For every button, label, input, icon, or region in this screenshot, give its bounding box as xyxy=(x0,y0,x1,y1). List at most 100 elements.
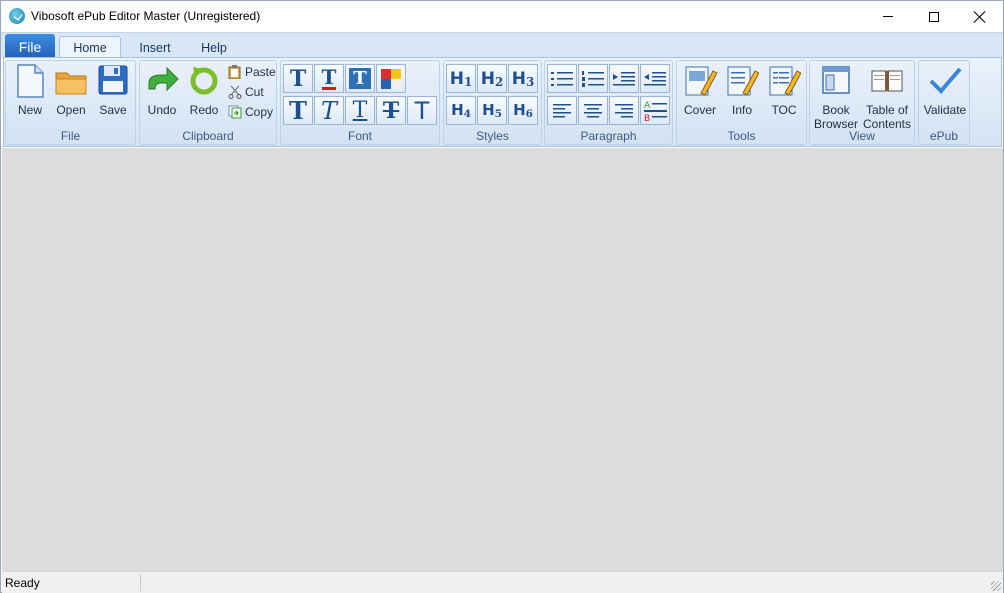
italic-t-icon: T xyxy=(320,96,337,125)
heading-3-button[interactable]: H3 xyxy=(508,64,538,93)
status-bar: Ready xyxy=(2,571,1003,593)
open-button[interactable]: Open xyxy=(53,63,89,117)
decrease-indent-button[interactable] xyxy=(640,64,670,93)
toc-view-label-line1: Table of xyxy=(865,103,909,117)
redo-circle-icon xyxy=(187,63,221,99)
svg-text:B: B xyxy=(644,114,650,123)
toc-button[interactable]: TOC xyxy=(766,63,802,117)
group-paragraph-label: Paragraph xyxy=(580,129,637,143)
window-title: Vibosoft ePub Editor Master (Unregistere… xyxy=(31,9,261,23)
floppy-disk-icon xyxy=(96,63,130,99)
color-palette-button[interactable] xyxy=(376,64,406,93)
align-center-button[interactable] xyxy=(578,96,608,125)
undo-button[interactable]: Undo xyxy=(144,63,180,117)
heading-1-button[interactable]: H1 xyxy=(446,64,476,93)
minimize-button[interactable] xyxy=(865,1,911,32)
status-text: Ready xyxy=(5,576,40,590)
h3-icon: H3 xyxy=(511,68,535,89)
paste-label: Paste xyxy=(245,65,276,79)
cover-label: Cover xyxy=(683,103,716,117)
status-divider xyxy=(140,574,141,591)
italic-button[interactable]: T xyxy=(314,96,344,125)
group-styles-label: Styles xyxy=(476,129,509,143)
numbered-list-button[interactable] xyxy=(578,64,608,93)
cover-edit-icon xyxy=(683,63,718,99)
numbered-list-icon xyxy=(582,70,604,87)
align-right-button[interactable] xyxy=(609,96,639,125)
open-book-icon xyxy=(870,63,904,99)
copy-label: Copy xyxy=(245,105,274,119)
book-browser-label: Book Browser xyxy=(814,103,858,131)
strikethrough-button[interactable]: T xyxy=(376,96,406,125)
font-color-t-icon: T xyxy=(321,65,337,90)
redo-label: Redo xyxy=(189,103,219,117)
group-font-label: Font xyxy=(347,129,372,143)
tab-insert[interactable]: Insert xyxy=(127,36,183,59)
group-clipboard-label: Clipboard xyxy=(182,129,234,143)
paragraph-spacing-icon: AB xyxy=(644,101,667,123)
tab-file[interactable]: File xyxy=(5,34,55,59)
undo-label: Undo xyxy=(147,103,177,117)
cover-button[interactable]: Cover xyxy=(681,63,719,117)
font-highlight-t-icon: T xyxy=(349,68,371,89)
group-view: Book Browser Table of Contents View xyxy=(809,60,915,145)
strikethrough-t-icon: T xyxy=(382,97,400,124)
font-t-icon: T xyxy=(289,65,307,92)
paste-button[interactable]: Paste xyxy=(228,65,276,80)
decrease-indent-icon xyxy=(644,71,666,85)
group-clipboard: Undo Redo Paste Cut Copy Clipboard xyxy=(139,60,277,145)
group-tools: Cover Info TOC Tools xyxy=(676,60,807,145)
font-color-button[interactable]: T xyxy=(314,64,344,93)
resize-grip-icon[interactable] xyxy=(991,581,1001,591)
h2-icon: H2 xyxy=(480,68,504,89)
group-styles: H1 H2 H3 H4 H5 H6 Styles xyxy=(443,60,542,145)
save-button[interactable]: Save xyxy=(95,63,131,117)
tab-help[interactable]: Help xyxy=(191,36,237,59)
table-of-contents-button[interactable]: Table of Contents xyxy=(862,63,912,131)
info-button[interactable]: Info xyxy=(724,63,760,117)
ribbon: New Open Save File Undo Redo Paste Cut C… xyxy=(3,57,1002,147)
align-left-icon xyxy=(553,103,571,117)
bold-button[interactable]: T xyxy=(283,96,313,125)
heading-5-button[interactable]: H5 xyxy=(477,96,507,125)
heading-6-button[interactable]: H6 xyxy=(508,96,538,125)
bullet-list-button[interactable] xyxy=(547,64,577,93)
app-logo-icon xyxy=(9,8,25,24)
book-browser-icon xyxy=(819,63,853,99)
font-plain-button[interactable]: T xyxy=(283,64,313,93)
open-label: Open xyxy=(56,103,86,117)
underline-button[interactable]: T xyxy=(345,96,375,125)
document-workspace[interactable] xyxy=(2,148,1003,571)
group-file: New Open Save File xyxy=(5,60,136,145)
validate-button[interactable]: Validate xyxy=(921,63,969,117)
maximize-button[interactable] xyxy=(911,1,957,32)
cut-label: Cut xyxy=(245,85,264,99)
redo-button[interactable]: Redo xyxy=(186,63,222,117)
group-file-label: File xyxy=(60,129,81,143)
close-button[interactable] xyxy=(957,1,1003,32)
increase-indent-button[interactable] xyxy=(609,64,639,93)
group-epub: Validate ePub xyxy=(918,60,970,145)
h5-icon: H5 xyxy=(482,101,502,120)
h1-icon: H1 xyxy=(449,68,473,89)
clipboard-paste-icon xyxy=(228,65,242,80)
font-highlight-button[interactable]: T xyxy=(345,64,375,93)
normal-t-icon: T xyxy=(414,96,430,125)
heading-2-button[interactable]: H2 xyxy=(477,64,507,93)
align-left-button[interactable] xyxy=(547,96,577,125)
toc-edit-icon xyxy=(767,63,802,99)
cut-button[interactable]: Cut xyxy=(228,85,264,99)
group-view-label: View xyxy=(849,129,875,143)
tab-home[interactable]: Home xyxy=(59,36,121,59)
table-of-contents-label: Table of Contents xyxy=(863,103,911,131)
close-icon xyxy=(974,11,986,23)
heading-4-button[interactable]: H4 xyxy=(446,96,476,125)
paragraph-spacing-button[interactable]: AB xyxy=(640,96,670,125)
copy-button[interactable]: Copy xyxy=(228,105,273,119)
underline-t-icon: T xyxy=(352,98,368,123)
new-button[interactable]: New xyxy=(12,63,48,117)
book-browser-button[interactable]: Book Browser xyxy=(814,63,858,131)
maximize-icon xyxy=(929,11,939,22)
folder-icon xyxy=(54,63,88,99)
normal-font-button[interactable]: T xyxy=(407,96,437,125)
